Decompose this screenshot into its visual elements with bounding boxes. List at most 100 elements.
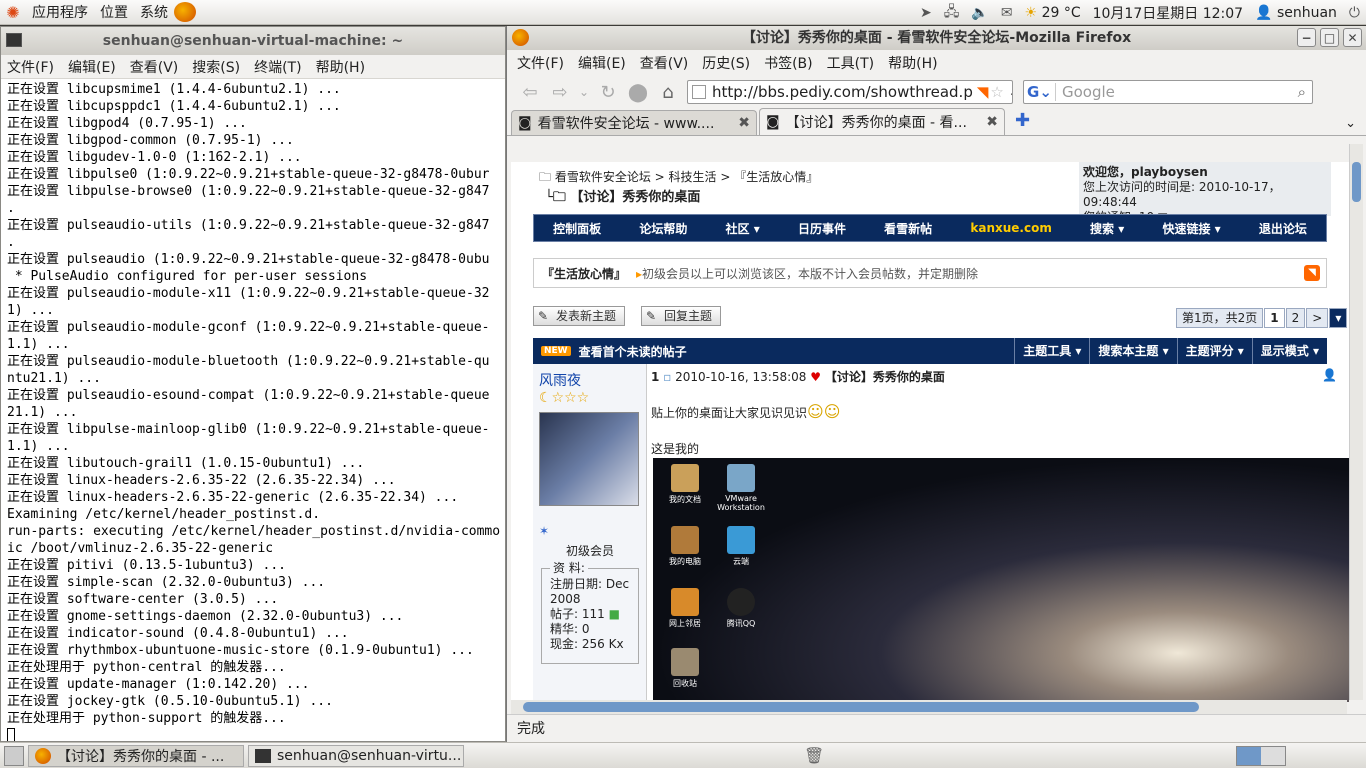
desktop-icon-label: VMware Workstation <box>717 494 765 512</box>
firefox-launcher-icon[interactable] <box>174 2 196 22</box>
terminal-menu-help[interactable]: 帮助(H) <box>316 57 365 77</box>
user-profile-icon[interactable]: 👤 <box>1322 368 1337 382</box>
ff-menu-view[interactable]: 查看(V) <box>640 53 689 73</box>
poster-name[interactable]: 风雨夜 <box>539 370 581 390</box>
reload-icon[interactable]: ↻ <box>593 82 623 103</box>
clock[interactable]: 10月17日星期日 12:07 <box>1093 3 1243 23</box>
post-text: 贴上你的桌面让大家见识见识☺☺ <box>651 402 840 421</box>
desktop-icon-label: 网上邻居 <box>669 619 701 628</box>
search-bar[interactable]: G⌄ Google ⌕ <box>1023 80 1313 104</box>
terminal-line: run-parts: executing /etc/kernel/header_… <box>7 524 501 539</box>
scrollbar-thumb[interactable] <box>523 702 1199 712</box>
nav-new-posts[interactable]: 看雪新帖 <box>884 220 932 237</box>
top-panel: ✺ 应用程序 位置 系统 ➤ 🖧 🔈 ✉ ☀ 29 °C 10月17日星期日 1… <box>0 0 1366 25</box>
system-menu[interactable]: 系统 <box>134 2 174 22</box>
terminal-menu-file[interactable]: 文件(F) <box>7 57 54 77</box>
thread-tools-menu[interactable]: 主题工具 ▾ <box>1014 338 1089 364</box>
taskbar-firefox[interactable]: 【讨论】秀秀你的桌面 - ... <box>28 744 244 767</box>
ff-menu-history[interactable]: 历史(S) <box>702 53 750 73</box>
post-number[interactable]: 1 <box>651 370 659 384</box>
firefox-titlebar[interactable]: 【讨论】秀秀你的桌面 - 看雪软件安全论坛-Mozilla Firefox − … <box>507 26 1366 50</box>
tab-close-icon[interactable]: ✖ <box>986 114 998 130</box>
terminal-menu-search[interactable]: 搜索(S) <box>192 57 240 77</box>
applications-menu[interactable]: 应用程序 <box>26 2 94 22</box>
weather-indicator[interactable]: ☀ 29 °C <box>1025 5 1081 21</box>
nav-calendar[interactable]: 日历事件 <box>798 220 846 237</box>
rss-icon[interactable]: ◥ <box>1304 265 1320 281</box>
terminal-line: ntu21.1) ... <box>7 371 101 386</box>
user-menu[interactable]: 👤 senhuan <box>1255 5 1337 21</box>
close-button[interactable]: ✕ <box>1343 28 1362 47</box>
post-title: 【讨论】秀秀你的桌面 <box>824 370 945 384</box>
display-mode-menu[interactable]: 显示模式 ▾ <box>1251 338 1327 364</box>
workspace-switcher[interactable] <box>1236 745 1286 766</box>
new-thread-button[interactable]: ✎ 发表新主题 <box>533 306 626 326</box>
terminal-titlebar[interactable]: senhuan@senhuan-virtual-machine: ~ <box>1 27 505 55</box>
stop-icon[interactable]: ⬤ <box>623 82 653 103</box>
forum-name[interactable]: 『生活放心情』 <box>542 265 626 282</box>
nav-community[interactable]: 社区 ▾ <box>726 220 760 237</box>
search-magnifier-icon[interactable]: ⌕ <box>1298 83 1306 101</box>
ubuntu-logo-icon[interactable]: ✺ <box>0 3 26 22</box>
mail-icon[interactable]: ✉ <box>1001 5 1013 21</box>
url-dropdown-icon[interactable]: ⌄ <box>1008 83 1012 101</box>
new-thread-icon: ✎ <box>538 309 549 323</box>
terminal-menu-edit[interactable]: 编辑(E) <box>68 57 116 77</box>
places-menu[interactable]: 位置 <box>94 2 134 22</box>
url-bar[interactable]: http://bbs.pediy.com/showthread.p ◥ ☆ ⌄ <box>687 80 1013 104</box>
ff-menu-edit[interactable]: 编辑(E) <box>578 53 626 73</box>
ff-menu-help[interactable]: 帮助(H) <box>888 53 937 73</box>
ff-menu-tools[interactable]: 工具(T) <box>827 53 874 73</box>
tab-list-chevron-icon[interactable]: ⌄ <box>1345 116 1356 131</box>
tab-current-thread[interactable]: ◙ 【讨论】秀秀你的桌面 - 看... ✖ <box>759 108 1005 135</box>
rss-feed-icon[interactable]: ◥ <box>977 83 989 101</box>
nav-logout[interactable]: 退出论坛 <box>1259 220 1307 237</box>
taskbar-terminal[interactable]: senhuan@senhuan-virtu... <box>248 744 464 767</box>
new-tab-plus-icon[interactable]: ✚ <box>1015 110 1030 131</box>
vertical-scrollbar[interactable] <box>1349 144 1363 700</box>
scrollbar-thumb[interactable] <box>1352 162 1361 202</box>
maximize-button[interactable]: □ <box>1320 28 1339 47</box>
terminal-line: 正在设置 libutouch-grail1 (1.0.15-0ubuntu1) … <box>7 456 365 471</box>
horizontal-scrollbar[interactable] <box>511 700 1347 714</box>
nav-search[interactable]: 搜索 ▾ <box>1090 220 1124 237</box>
page-1[interactable]: 1 <box>1264 308 1285 328</box>
ff-menu-bookmarks[interactable]: 书签(B) <box>764 53 813 73</box>
minimize-button[interactable]: − <box>1297 28 1316 47</box>
terminal-window-icon[interactable] <box>6 33 22 47</box>
nav-control-panel[interactable]: 控制面板 <box>553 220 601 237</box>
site-identity-icon[interactable] <box>692 85 706 99</box>
nav-forum-help[interactable]: 论坛帮助 <box>639 220 687 237</box>
trash-icon[interactable]: 🗑 <box>804 746 824 765</box>
firefox-icon[interactable] <box>512 29 529 46</box>
terminal-menu-terminal[interactable]: 终端(T) <box>254 57 301 77</box>
reply-button[interactable]: ✎ 回复主题 <box>641 306 722 326</box>
page-menu[interactable]: ▾ <box>1329 308 1348 328</box>
power-icon[interactable]: ⏻ <box>1349 5 1360 21</box>
page-2[interactable]: 2 <box>1285 308 1306 328</box>
network-icon[interactable]: 🖧 <box>944 1 960 25</box>
forward-arrow-icon[interactable]: ⇨ <box>545 82 575 103</box>
ff-menu-file[interactable]: 文件(F) <box>517 53 564 73</box>
tab-kanxue-home[interactable]: ◙ 看雪软件安全论坛 - www.... ✖ <box>511 110 757 135</box>
page-next[interactable]: > <box>1306 308 1329 328</box>
search-engine-icon[interactable]: G⌄ <box>1024 83 1056 101</box>
bookmark-star-icon[interactable]: ☆ <box>990 83 1003 101</box>
rate-thread-menu[interactable]: 主题评分 ▾ <box>1176 338 1252 364</box>
search-thread-menu[interactable]: 搜索本主题 ▾ <box>1089 338 1176 364</box>
first-unread-link[interactable]: 查看首个未读的帖子 <box>579 343 1015 360</box>
home-icon[interactable]: ⌂ <box>653 82 683 103</box>
back-arrow-icon[interactable]: ⇦ <box>515 82 545 103</box>
history-dropdown-icon[interactable]: ⌄ <box>575 85 593 99</box>
nav-kanxue-link[interactable]: kanxue.com <box>970 221 1051 235</box>
volume-icon[interactable]: 🔈 <box>971 5 988 21</box>
show-desktop-icon[interactable] <box>4 745 24 766</box>
reg-date: 注册日期: Dec 2008 <box>550 577 630 606</box>
terminal-menu-view[interactable]: 查看(V) <box>130 57 179 77</box>
desktop-icon-label: 我的电脑 <box>669 557 701 566</box>
terminal-output[interactable]: 正在设置 libcupsmime1 (1.4.4-6ubuntu2.1) ...… <box>1 79 505 741</box>
tab-close-icon[interactable]: ✖ <box>738 115 750 131</box>
desktop-screenshot-image[interactable]: 我的文档 VMware Workstation 我的电脑 云端 网上邻居 腾讯Q… <box>653 458 1349 702</box>
nav-quick-links[interactable]: 快速链接 ▾ <box>1162 220 1220 237</box>
folder-open-icon: └🗀 <box>545 190 566 205</box>
